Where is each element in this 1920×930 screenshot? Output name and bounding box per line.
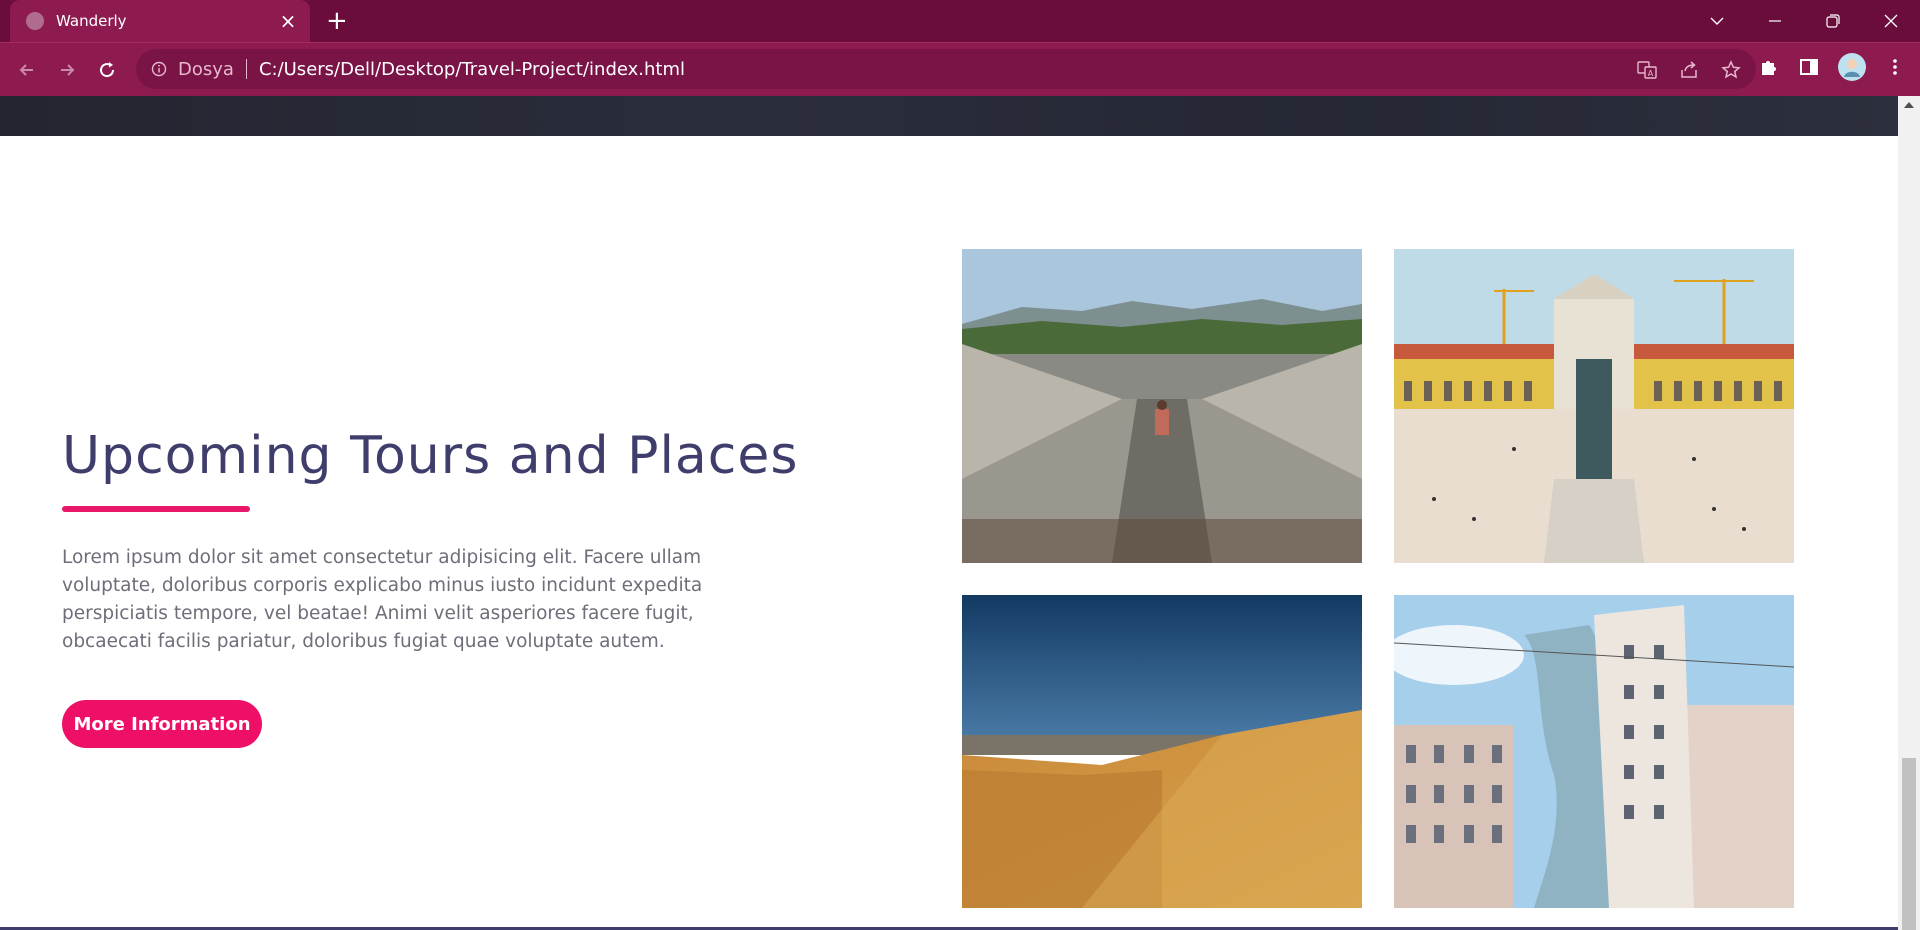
- page-scrollbar[interactable]: [1898, 96, 1920, 930]
- plus-icon[interactable]: +: [326, 6, 348, 36]
- address-bar[interactable]: Dosya C:/Users/Dell/Desktop/Travel-Proje…: [136, 49, 1756, 89]
- share-icon[interactable]: [1678, 59, 1700, 81]
- side-panel-icon[interactable]: [1798, 56, 1820, 78]
- scroll-up-arrow-icon[interactable]: [1904, 102, 1914, 108]
- translate-icon[interactable]: A: [1636, 59, 1658, 81]
- browser-toolbar: Dosya C:/Users/Dell/Desktop/Travel-Proje…: [0, 42, 1920, 96]
- gallery-image-desert: [962, 595, 1362, 908]
- omnibox-actions: A: [1636, 59, 1742, 81]
- tab-title: Wanderly: [56, 12, 127, 30]
- avatar[interactable]: [1838, 53, 1866, 81]
- window-close-icon[interactable]: [1862, 0, 1920, 42]
- info-icon[interactable]: [150, 60, 168, 78]
- close-icon[interactable]: ×: [278, 9, 298, 33]
- reload-icon[interactable]: [94, 57, 120, 83]
- gallery-image-dancing-house: [1394, 595, 1794, 908]
- svg-text:A: A: [1648, 69, 1654, 78]
- page-viewport: Upcoming Tours and Places Lorem ipsum do…: [0, 96, 1898, 930]
- browser-tab[interactable]: Wanderly ×: [10, 0, 310, 42]
- window-controls: [1688, 0, 1920, 42]
- forward-icon[interactable]: [54, 57, 80, 83]
- url-text[interactable]: C:/Users/Dell/Desktop/Travel-Project/ind…: [259, 59, 685, 80]
- star-icon[interactable]: [1720, 59, 1742, 81]
- separator: [245, 59, 247, 79]
- more-information-button[interactable]: More Information: [62, 700, 262, 748]
- gallery-image-amphitheater: [962, 249, 1362, 563]
- globe-icon: [26, 12, 44, 30]
- minimize-icon[interactable]: [1746, 0, 1804, 42]
- section-heading: Upcoming Tours and Places: [62, 426, 799, 486]
- back-icon[interactable]: [14, 57, 40, 83]
- gallery-image-city-square: [1394, 249, 1794, 563]
- hero-section-bottom: [0, 96, 1898, 136]
- scrollbar-thumb[interactable]: [1902, 758, 1916, 930]
- browser-title-bar: Wanderly × +: [0, 0, 1920, 42]
- toolbar-actions: [1758, 53, 1920, 81]
- menu-icon[interactable]: [1884, 56, 1906, 78]
- restore-icon[interactable]: [1804, 0, 1862, 42]
- chevron-down-icon[interactable]: [1688, 0, 1746, 42]
- heading-underline: [62, 506, 250, 512]
- site-info-label[interactable]: Dosya: [178, 59, 234, 80]
- section-description: Lorem ipsum dolor sit amet consectetur a…: [62, 547, 703, 652]
- extensions-icon[interactable]: [1758, 56, 1780, 78]
